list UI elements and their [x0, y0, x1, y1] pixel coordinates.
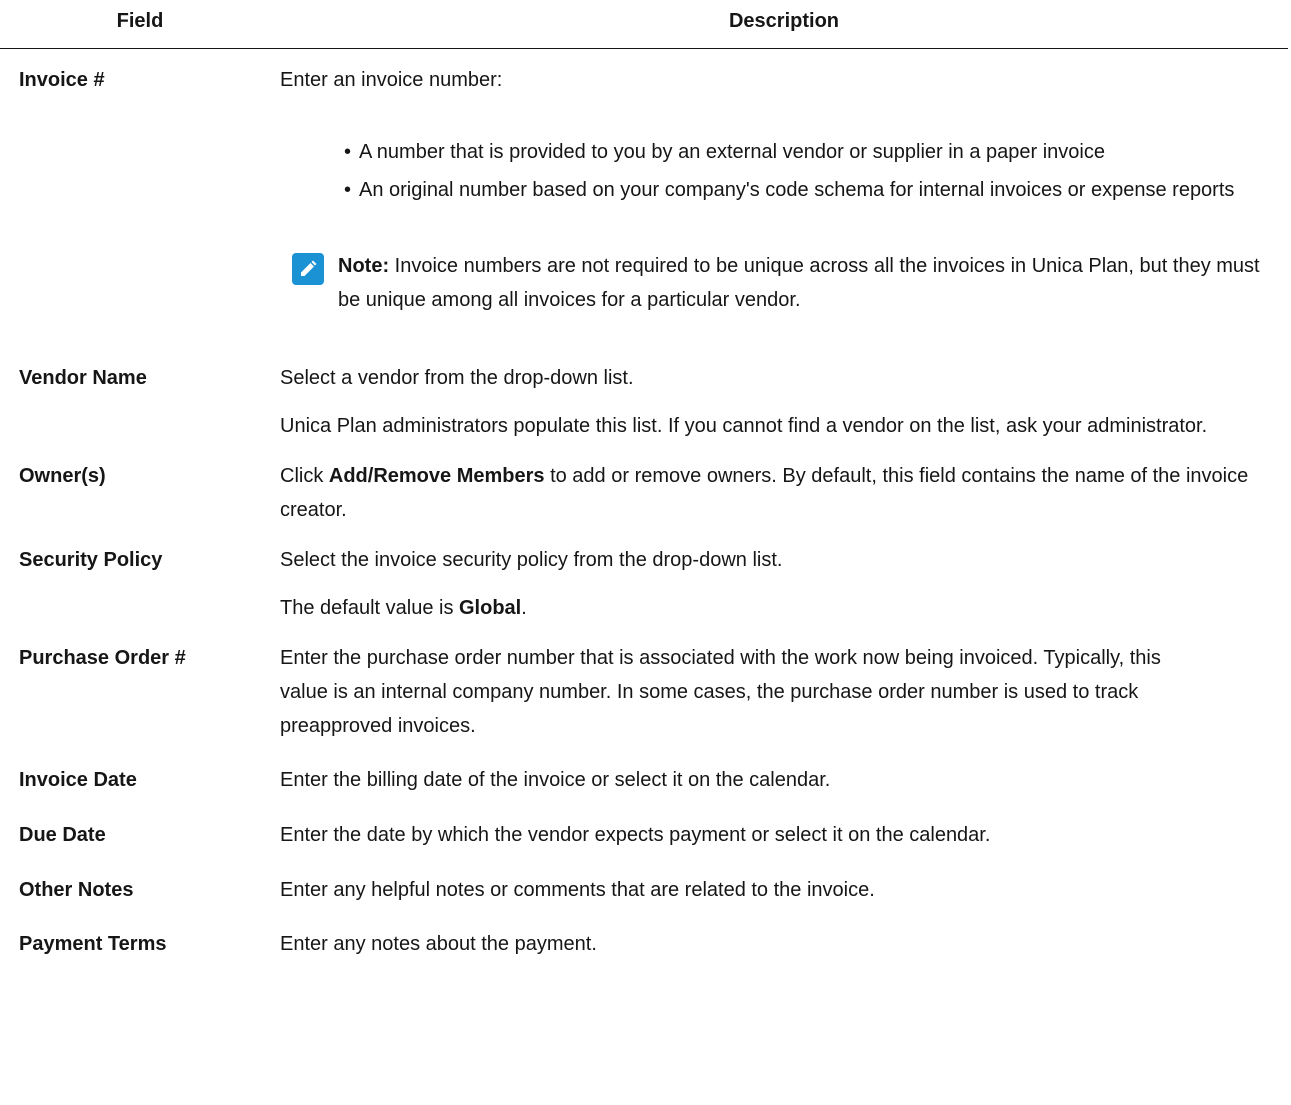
add-remove-members-label: Add/Remove Members [328, 465, 545, 487]
owners-pre: Click [280, 465, 329, 487]
field-name: Purchase Order # [19, 647, 186, 669]
due-date-text: Enter the date by which the vendor expec… [280, 824, 991, 846]
note-label: Note: [338, 255, 390, 277]
header-description: Description [728, 10, 840, 32]
field-description: Select a vendor from the drop-down list.… [280, 361, 1288, 443]
field-description: Enter an invoice number: A number that i… [280, 63, 1288, 317]
field-name: Due Date [19, 824, 106, 846]
table-row-vendor-name: Vendor Name Select a vendor from the dro… [0, 361, 1288, 443]
field-description-table: Field Description Invoice # Enter an inv… [0, 0, 1288, 961]
header-field: Field [116, 10, 164, 32]
list-item: A number that is provided to you by an e… [335, 133, 1280, 171]
invoice-date-text: Enter the billing date of the invoice or… [280, 769, 831, 791]
security-line-2: The default value is Global. [280, 591, 1280, 625]
other-notes-text: Enter any helpful notes or comments that… [280, 879, 875, 901]
invoice-intro: Enter an invoice number: [280, 69, 503, 91]
security-default-pre: The default value is [280, 597, 459, 619]
field-name: Owner(s) [19, 465, 106, 487]
table-row-invoice-number: Invoice # Enter an invoice number: A num… [0, 63, 1288, 317]
field-description: Enter the date by which the vendor expec… [280, 818, 1288, 852]
vendor-line-1: Select a vendor from the drop-down list. [280, 367, 634, 389]
note-text: Note: Invoice numbers are not required t… [338, 249, 1280, 317]
field-description: Enter any helpful notes or comments that… [280, 873, 1288, 907]
list-item: An original number based on your company… [335, 171, 1280, 209]
pencil-icon [292, 253, 324, 285]
note-body: Invoice numbers are not required to be u… [338, 255, 1260, 311]
field-name: Invoice # [19, 69, 105, 91]
note-box: Note: Invoice numbers are not required t… [280, 249, 1280, 317]
payment-terms-text: Enter any notes about the payment. [280, 933, 597, 955]
field-name: Payment Terms [19, 933, 167, 955]
field-description: Click Add/Remove Members to add or remov… [280, 459, 1288, 527]
table-row-owners: Owner(s) Click Add/Remove Members to add… [0, 459, 1288, 527]
field-description: Select the invoice security policy from … [280, 543, 1288, 625]
table-row-security-policy: Security Policy Select the invoice secur… [0, 543, 1288, 625]
field-description: Enter any notes about the payment. [280, 927, 1288, 961]
invoice-number-options: A number that is provided to you by an e… [280, 133, 1280, 209]
security-default-post: . [521, 597, 527, 619]
field-description: Enter the billing date of the invoice or… [280, 763, 1288, 797]
table-row-purchase-order: Purchase Order # Enter the purchase orde… [0, 641, 1288, 743]
field-name: Invoice Date [19, 769, 137, 791]
security-line-1: Select the invoice security policy from … [280, 549, 783, 571]
table-row-due-date: Due Date Enter the date by which the ven… [0, 818, 1288, 852]
table-row-invoice-date: Invoice Date Enter the billing date of t… [0, 763, 1288, 797]
table-row-other-notes: Other Notes Enter any helpful notes or c… [0, 873, 1288, 907]
vendor-line-2: Unica Plan administrators populate this … [280, 415, 1208, 437]
field-name: Security Policy [19, 549, 163, 571]
security-default-value: Global [459, 597, 522, 619]
table-row-payment-terms: Payment Terms Enter any notes about the … [0, 927, 1288, 961]
field-name: Other Notes [19, 879, 134, 901]
owners-text: Click Add/Remove Members to add or remov… [280, 459, 1280, 527]
purchase-order-text: Enter the purchase order number that is … [280, 647, 1161, 737]
field-name: Vendor Name [19, 367, 147, 389]
table-header: Field Description [0, 0, 1288, 49]
field-description: Enter the purchase order number that is … [280, 641, 1288, 743]
